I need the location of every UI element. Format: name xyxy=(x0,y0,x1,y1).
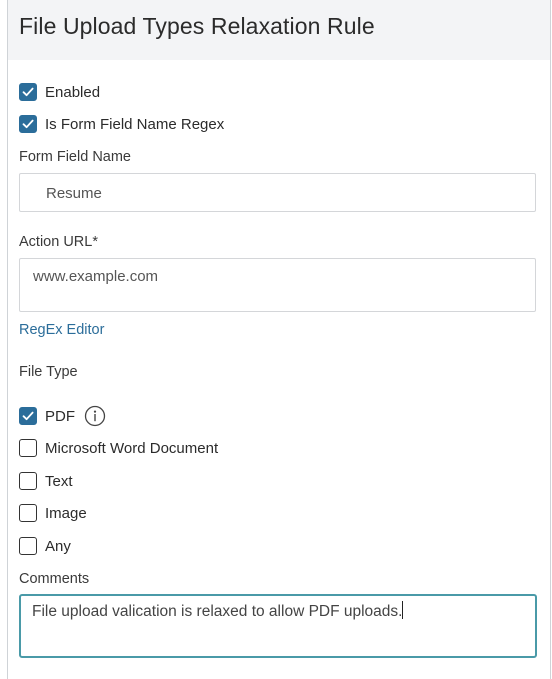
enabled-checkbox[interactable] xyxy=(19,83,37,101)
file-type-option-word[interactable]: Microsoft Word Document xyxy=(19,437,218,459)
word-checkbox[interactable] xyxy=(19,439,37,457)
form-field-name-label: Form Field Name xyxy=(19,149,131,165)
pdf-label: PDF xyxy=(45,407,75,425)
comments-label: Comments xyxy=(19,571,90,587)
file-type-option-any[interactable]: Any xyxy=(19,535,71,557)
any-checkbox[interactable] xyxy=(19,537,37,555)
text-caret xyxy=(402,601,404,619)
comments-value: File upload valication is relaxed to all… xyxy=(32,603,403,620)
file-type-option-text[interactable]: Text xyxy=(19,470,73,492)
checkmark-icon xyxy=(22,119,34,129)
file-type-option-image[interactable]: Image xyxy=(19,502,87,524)
is-regex-label: Is Form Field Name Regex xyxy=(45,115,225,133)
file-type-label: File Type xyxy=(19,364,78,380)
info-icon[interactable] xyxy=(84,405,106,427)
checkmark-icon xyxy=(22,411,34,421)
word-label: Microsoft Word Document xyxy=(45,439,219,457)
image-label: Image xyxy=(45,504,87,522)
image-checkbox[interactable] xyxy=(19,504,37,522)
is-regex-checkbox[interactable] xyxy=(19,115,37,133)
regex-editor-link[interactable]: RegEx Editor xyxy=(19,322,104,338)
form-field-name-input[interactable]: Resume xyxy=(19,173,536,212)
enabled-label: Enabled xyxy=(45,83,101,101)
is-regex-checkbox-row[interactable]: Is Form Field Name Regex xyxy=(19,113,224,135)
any-label: Any xyxy=(45,537,71,555)
action-url-input[interactable]: www.example.com xyxy=(19,258,536,312)
text-label: Text xyxy=(45,472,73,490)
rule-dialog: File Upload Types Relaxation Rule Enable… xyxy=(7,0,551,679)
pdf-checkbox[interactable] xyxy=(19,407,37,425)
text-checkbox[interactable] xyxy=(19,472,37,490)
enabled-checkbox-row[interactable]: Enabled xyxy=(19,81,100,103)
dialog-header: File Upload Types Relaxation Rule xyxy=(8,0,550,60)
action-url-value: www.example.com xyxy=(33,268,159,285)
comments-textarea[interactable]: File upload valication is relaxed to all… xyxy=(19,594,537,658)
dialog-title: File Upload Types Relaxation Rule xyxy=(19,13,375,39)
action-url-label: Action URL* xyxy=(19,234,98,250)
file-type-option-pdf[interactable]: PDF xyxy=(19,405,106,427)
form-field-name-value: Resume xyxy=(46,185,102,202)
checkmark-icon xyxy=(22,87,34,97)
